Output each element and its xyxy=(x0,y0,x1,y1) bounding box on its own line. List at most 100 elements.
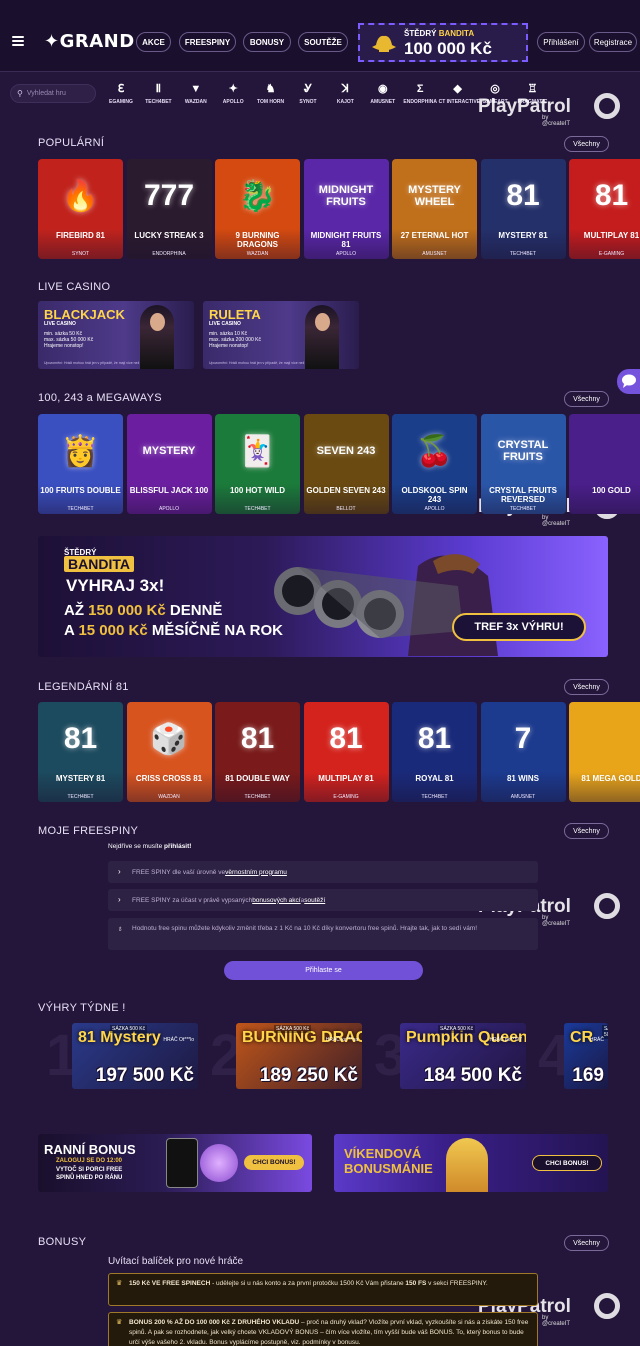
game-tile[interactable]: 81 MULTIPLAY 81 E-GAMING xyxy=(303,702,389,802)
game-art: 👸 xyxy=(61,434,100,468)
bandita-promo-header[interactable]: ŠTĚDRÝ BANDITA 100 000 Kč xyxy=(358,23,528,62)
live-blackjack-card[interactable]: BLACKJACK LIVE CASINO min. sázka 50 Kč ma… xyxy=(38,301,194,369)
game-name: 9 BURNING DRAGONS xyxy=(235,231,280,249)
game-tile[interactable]: CRYSTAL FRUITS CRYSTAL FRUITS REVERSED TEC… xyxy=(480,414,566,514)
site-logo[interactable]: ✦GRAND xyxy=(44,31,135,52)
game-tile[interactable]: SEVEN 243 GOLDEN SEVEN 243 BELLOT xyxy=(303,414,389,514)
game-tile[interactable]: 81 MULTIPLAY 81 E-GAMING xyxy=(569,159,640,259)
bandit-hat-icon xyxy=(372,35,396,52)
win-card[interactable]: 81 Mystery SÁZKA 500 Kč HRÁČ Ot***lo 197 50… xyxy=(72,1023,198,1089)
chat-button[interactable] xyxy=(617,369,640,394)
nav-bonusy[interactable]: BONUSY xyxy=(243,32,291,52)
game-tile[interactable]: 100 GOLD xyxy=(569,414,640,514)
win-player: HRÁČ xyxy=(589,1037,604,1043)
game-tile[interactable]: 81 MYSTERY 81 TECH4BET xyxy=(480,159,566,259)
bonus-promos-link[interactable]: bonusových akcí xyxy=(252,897,300,904)
game-provider: E-GAMING xyxy=(598,251,625,257)
game-search-input[interactable]: ⚲ Vyhledat hru xyxy=(10,84,96,103)
provider-logo-icon: ▼ xyxy=(190,83,202,95)
megaways-all-button[interactable]: Všechny xyxy=(564,391,609,407)
freespins-all-button[interactable]: Všechny xyxy=(564,823,609,839)
provider-tech4bet[interactable]: Ⅱ TECH4BET xyxy=(139,82,177,105)
nav-akce[interactable]: AKCE xyxy=(136,32,171,52)
provider-amusnet[interactable]: ◉ AMUSNET xyxy=(364,82,402,105)
freespins-login-button[interactable]: Přihlaste se xyxy=(224,961,423,980)
win-bet: SÁZKA 500 Kč xyxy=(438,1025,476,1033)
game-tile[interactable]: MIDNIGHT FRUITS MIDNIGHT FRUITS 81 APOLLO xyxy=(303,159,389,259)
game-name: FIREBIRD 81 xyxy=(56,231,105,240)
hamburger-menu-icon[interactable] xyxy=(12,36,24,46)
game-tile[interactable]: 777 LUCKY STREAK 3 ENDORPHINA xyxy=(126,159,212,259)
win-card[interactable]: Pumpkin Queen SÁZKA 500 Kč HRÁČ pe***97 184… xyxy=(400,1023,526,1089)
morning-bonus-banner[interactable]: RANNÍ BONUS ZALOGUJ SE DO 12:00 VYTOČ SI… xyxy=(38,1134,312,1192)
loyalty-program-link[interactable]: věrnostním programu xyxy=(225,869,287,876)
provider-name: TOM HORN xyxy=(257,99,285,105)
morning-bonus-sub1: ZALOGUJ SE DO 12:00 xyxy=(56,1158,123,1164)
live-table-footnote: Upozornění: Hráči mohou hrát jen v přípa… xyxy=(44,361,149,365)
game-art: MYSTERY xyxy=(142,445,196,457)
register-button[interactable]: Registrace xyxy=(589,32,637,52)
provider-endorphina[interactable]: Σ ENDORPHINA xyxy=(401,82,439,105)
win-amount: 184 500 Kč xyxy=(423,1065,522,1086)
bonuses-subtitle: Uvítací balíček pro nové hráče xyxy=(108,1256,244,1267)
morning-bonus-sub3: SPINŮ HNED PO RÁNU xyxy=(56,1175,123,1181)
game-tile[interactable]: MYSTERY WHEEL 27 ETERNAL HOT AMUSNET xyxy=(392,159,477,259)
bandita-banner[interactable]: ŠTĚDRÝ BANDITA VYHRAJ 3x! AŽ 150 000 Kč … xyxy=(38,536,608,657)
banner-cta-button[interactable]: TREF 3x VÝHRU! xyxy=(452,613,586,641)
game-tile[interactable]: 🃏 100 HOT WILD TECH4BET xyxy=(215,414,300,514)
win-card[interactable]: BURNING DRAGONSSÁZKA 500 KčHRÁČ ka***na1… xyxy=(236,1023,362,1089)
game-art: 🐉 xyxy=(238,179,277,213)
win-card[interactable]: CRSÁZKA 500 KčHRÁČ169 xyxy=(564,1023,608,1089)
provider-apollo[interactable]: ✦ APOLLO xyxy=(214,82,252,105)
game-tile[interactable]: 🐉 9 BURNING DRAGONS WAZDAN xyxy=(215,159,300,259)
chevron-right-icon: › xyxy=(118,867,121,876)
nav-souteze[interactable]: SOUTĚŽE xyxy=(298,32,348,52)
game-tile[interactable]: 👸 100 FRUITS DOUBLE TECH4BET xyxy=(38,414,123,514)
provider-synot[interactable]: Ꮍ SYNOT xyxy=(289,82,327,105)
live-ruleta-card[interactable]: RULETA LIVE CASINO min. sázka 10 Kč max. … xyxy=(203,301,359,369)
dealer-face xyxy=(150,313,165,331)
legendary-all-button[interactable]: Všechny xyxy=(564,679,609,695)
game-tile[interactable]: 81 MYSTERY 81 TECH4BET xyxy=(38,702,123,802)
game-provider: APOLLO xyxy=(158,506,179,512)
popular-all-button[interactable]: Všechny xyxy=(564,136,609,152)
game-tile[interactable]: 7 81 WINS AMUSNET xyxy=(480,702,566,802)
game-name: MYSTERY 81 xyxy=(55,774,106,783)
contests-link[interactable]: soutěží xyxy=(304,897,325,904)
game-tile[interactable]: 81 MEGA GOLD xyxy=(569,702,640,802)
bonus-row-deposit[interactable]: ♛ BONUS 200 % AŽ DO 100 000 Kč Z DRUHÉHO … xyxy=(108,1312,538,1346)
live-table-name: RULETA xyxy=(209,307,261,322)
bonuses-all-button[interactable]: Všechny xyxy=(564,1235,609,1251)
provider-name: TECH4BET xyxy=(145,99,172,105)
provider-egaming[interactable]: ℇ EGAMING xyxy=(102,82,140,105)
game-tile[interactable]: 81 81 DOUBLE WAY TECH4BET xyxy=(215,702,300,802)
win-amount: 189 250 Kč xyxy=(259,1065,358,1086)
provider-wazdan[interactable]: ▼ WAZDAN xyxy=(177,82,215,105)
game-name: 100 GOLD xyxy=(592,486,631,495)
trophy-icon: ♛ xyxy=(116,1319,123,1326)
provider-ct-interactive[interactable]: ◆ CT INTERACTIVE xyxy=(439,82,480,105)
weekend-bonus-banner[interactable]: VÍKENDOVÁ BONUSMÁNIE CHCI BONUS! xyxy=(334,1134,608,1192)
game-tile[interactable]: MYSTERY BLISSFUL JACK 100 APOLLO xyxy=(126,414,212,514)
freespins-row-loyalty[interactable]: › FREE SPINY dle vaší úrovně ve věrnostní… xyxy=(108,861,538,883)
provider-tom-horn[interactable]: ♞ TOM HORN xyxy=(252,82,290,105)
provider-kajot[interactable]: ꓘ KAJOT xyxy=(326,82,364,105)
game-name: MULTIPLAY 81 xyxy=(318,774,374,783)
win-amount: 197 500 Kč xyxy=(95,1065,194,1086)
morning-bonus-cta[interactable]: CHCI BONUS! xyxy=(244,1155,304,1170)
game-provider: APOLLO xyxy=(335,251,356,257)
freespins-row-promos[interactable]: › FREE SPINY za účast v právě vypsaných b… xyxy=(108,889,538,911)
login-button[interactable]: Přihlášení xyxy=(537,32,585,52)
win-player: HRÁČ pe***97 xyxy=(489,1037,522,1043)
game-tile[interactable]: 81 ROYAL 81 TECH4BET xyxy=(392,702,477,802)
game-tile[interactable]: 🎲 CRISS CROSS 81 WAZDAN xyxy=(126,702,212,802)
game-tile[interactable]: 🍒 OLDSKOOL SPIN 243 APOLLO xyxy=(392,414,477,514)
promo-header-title: ŠTĚDRÝ BANDITA xyxy=(404,29,475,38)
game-tile[interactable]: 🔥 FIREBIRD 81 SYNOT xyxy=(38,159,123,259)
provider-logo-icon: ℇ xyxy=(117,83,125,95)
freespins-login-link[interactable]: přihlásit! xyxy=(164,843,191,850)
nav-freespiny[interactable]: FREESPINY xyxy=(179,32,236,52)
weekend-bonus-cta[interactable]: CHCI BONUS! xyxy=(532,1155,602,1171)
freespins-notice: Nejdříve se musíte přihlásit! xyxy=(108,843,192,850)
bonus-row-freespins[interactable]: ♛ 150 Kč VE FREE SPINECH - udělejte si u … xyxy=(108,1273,538,1306)
